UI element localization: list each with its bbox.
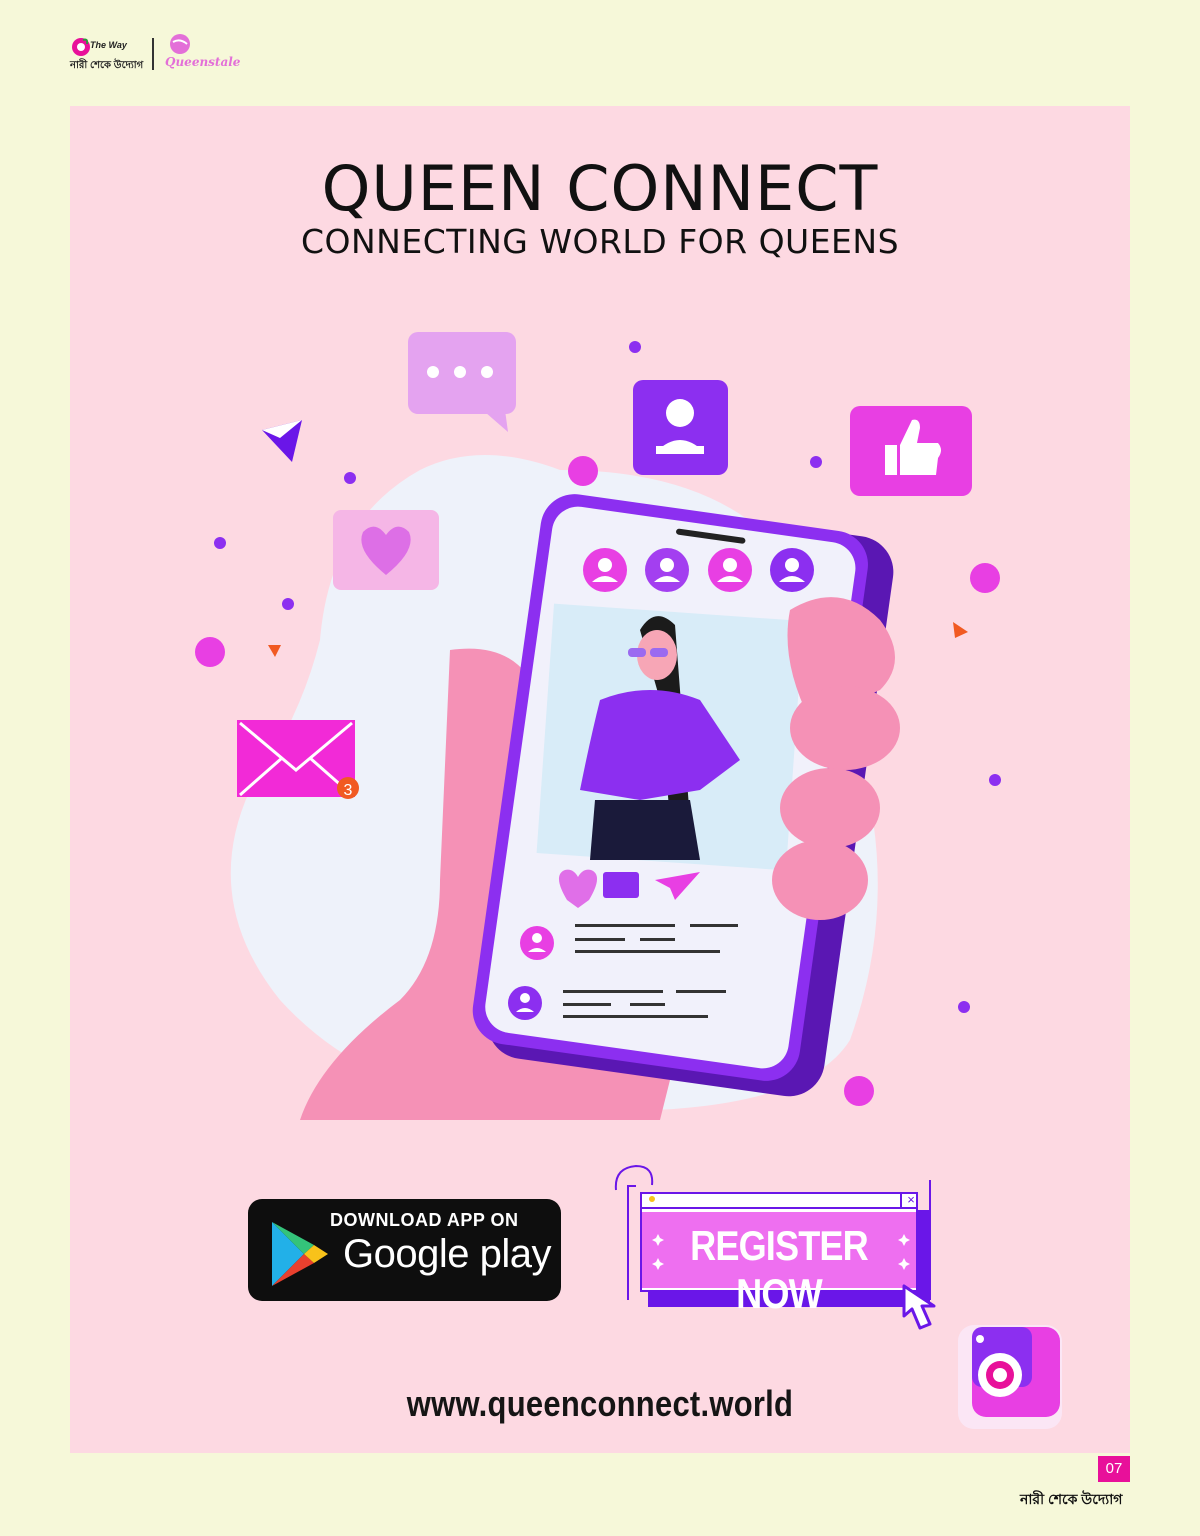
cursor-icon	[902, 1284, 936, 1330]
page-title: QUEEN CONNECT	[321, 152, 879, 225]
website-url[interactable]: www.queenconnect.world	[84, 1383, 1116, 1425]
footer-logo-text: নারী শেকে উদ্যোগ	[1020, 1491, 1123, 1507]
google-play-caption: DOWNLOAD APP ON	[330, 1210, 519, 1230]
google-play-label: Google play	[343, 1232, 551, 1276]
sparkle-icons	[652, 1234, 910, 1270]
comment-icon	[603, 872, 639, 898]
brand-tagline: The Way	[90, 40, 127, 50]
google-play-icon	[272, 1222, 328, 1286]
register-close-icon[interactable]: ×	[900, 1192, 920, 1208]
thumbs-up-icon	[850, 406, 972, 496]
brand-divider	[152, 38, 154, 70]
profile-card-icon	[633, 380, 728, 475]
heart-card-icon	[333, 510, 439, 590]
brand-bangla-name: নারী শেকে উদ্যোগ	[70, 60, 144, 71]
queenstale-logo-text: Queenstale	[165, 55, 241, 69]
register-window-titlebar	[641, 1193, 917, 1209]
social-app-illustration: 3	[195, 332, 1001, 1120]
paper-plane-icon	[262, 420, 302, 462]
mail-badge-count: 3	[344, 782, 353, 799]
chat-bubble-icon	[408, 332, 516, 432]
page-number: 07	[1098, 1456, 1130, 1482]
page-subtitle: CONNECTING WORLD FOR QUEENS	[300, 222, 900, 261]
